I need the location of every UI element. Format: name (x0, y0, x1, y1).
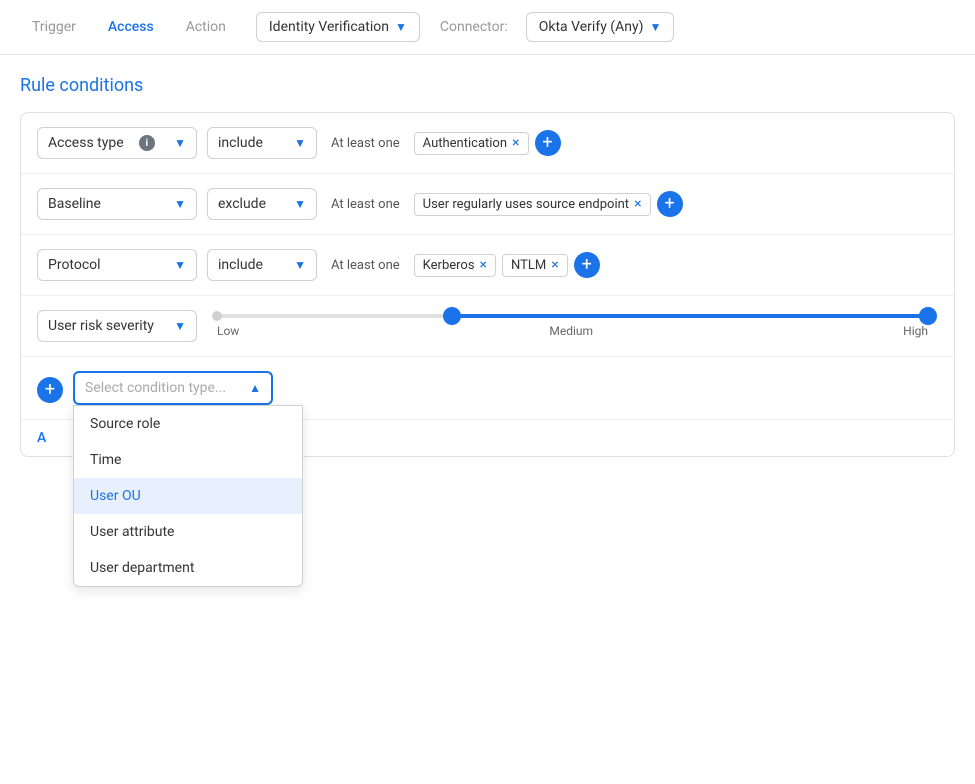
select-condition-input[interactable]: Select condition type... ▲ (73, 371, 273, 405)
option-time[interactable]: Time (74, 442, 302, 478)
action-label[interactable]: A (37, 430, 46, 446)
quantifier-3: At least one (331, 258, 400, 273)
operator-dropdown-3[interactable]: include ▼ (207, 249, 317, 281)
action-tab[interactable]: Action (174, 13, 238, 41)
tag-close-authentication[interactable]: × (512, 136, 519, 150)
tag-label-kerberos: Kerberos (423, 258, 475, 273)
quantifier-2: At least one (331, 197, 400, 212)
tags-2: User regularly uses source endpoint × + (414, 191, 683, 217)
slider-fill (452, 314, 928, 318)
add-condition-icon[interactable]: + (37, 377, 63, 403)
field-dropdown-3[interactable]: Protocol ▼ (37, 249, 197, 281)
tag-kerberos: Kerberos × (414, 254, 496, 277)
tags-1: Authentication × + (414, 130, 561, 156)
slider-label-medium: Medium (549, 324, 593, 338)
field-label-3: Protocol (48, 257, 101, 273)
operator-dropdown-2[interactable]: exclude ▼ (207, 188, 317, 220)
field-dropdown-2[interactable]: Baseline ▼ (37, 188, 197, 220)
condition-row-1: Access type i ▼ include ▼ At least one A… (21, 113, 954, 174)
operator-chevron-3: ▼ (294, 258, 306, 272)
info-icon-1[interactable]: i (139, 135, 155, 151)
field-chevron-slider: ▼ (174, 319, 186, 333)
condition-row-3: Protocol ▼ include ▼ At least one Kerber… (21, 235, 954, 296)
identity-verification-chevron: ▼ (395, 20, 407, 34)
connector-value: Okta Verify (Any) (539, 19, 644, 35)
field-label-2: Baseline (48, 196, 101, 212)
field-chevron-1: ▼ (174, 136, 186, 150)
tag-close-baseline[interactable]: × (634, 197, 641, 211)
tag-close-ntlm[interactable]: × (551, 258, 558, 272)
connector-dropdown[interactable]: Okta Verify (Any) ▼ (526, 12, 675, 42)
connector-label: Connector: (440, 19, 508, 35)
field-dropdown-slider[interactable]: User risk severity ▼ (37, 310, 197, 342)
select-condition-chevron: ▲ (249, 381, 261, 395)
select-condition-dropdown: Select condition type... ▲ Source role T… (73, 371, 273, 405)
operator-dropdown-1[interactable]: include ▼ (207, 127, 317, 159)
operator-label-3: include (218, 257, 263, 273)
identity-verification-dropdown[interactable]: Identity Verification ▼ (256, 12, 420, 42)
field-chevron-2: ▼ (174, 197, 186, 211)
field-dropdown-1[interactable]: Access type i ▼ (37, 127, 197, 159)
tag-authentication: Authentication × (414, 132, 529, 155)
add-tag-1[interactable]: + (535, 130, 561, 156)
risk-slider-container: Low Medium High (207, 314, 938, 338)
tags-3: Kerberos × NTLM × + (414, 252, 600, 278)
condition-row-slider: User risk severity ▼ Low Medium High (21, 296, 954, 357)
slider-label-low: Low (217, 324, 239, 338)
identity-verification-label: Identity Verification (269, 19, 389, 35)
option-user-ou[interactable]: User OU (74, 478, 302, 514)
outer-add-row: + Select condition type... ▲ Source role… (37, 371, 273, 405)
operator-chevron-2: ▼ (294, 197, 306, 211)
slider-thumb-high[interactable] (919, 307, 937, 325)
option-user-department[interactable]: User department (74, 550, 302, 586)
option-user-attribute[interactable]: User attribute (74, 514, 302, 550)
slider-thumb-medium[interactable] (443, 307, 461, 325)
field-chevron-3: ▼ (174, 258, 186, 272)
slider-labels: Low Medium High (217, 324, 928, 338)
trigger-tab[interactable]: Trigger (20, 13, 88, 41)
access-tab[interactable]: Access (96, 13, 166, 41)
main-content: Rule conditions Access type i ▼ include … (0, 55, 975, 477)
slider-label-high: High (903, 324, 928, 338)
add-tag-2[interactable]: + (657, 191, 683, 217)
quantifier-1: At least one (331, 136, 400, 151)
tag-label-ntlm: NTLM (511, 258, 546, 273)
slider-track[interactable] (217, 314, 928, 318)
operator-chevron-1: ▼ (294, 136, 306, 150)
tag-ntlm: NTLM × (502, 254, 568, 277)
tag-baseline: User regularly uses source endpoint × (414, 193, 651, 216)
tag-label-authentication: Authentication (423, 136, 507, 151)
section-title: Rule conditions (20, 75, 955, 96)
operator-label-2: exclude (218, 196, 266, 212)
condition-row-2: Baseline ▼ exclude ▼ At least one User r… (21, 174, 954, 235)
add-tag-3[interactable]: + (574, 252, 600, 278)
tag-label-baseline: User regularly uses source endpoint (423, 197, 629, 212)
condition-type-dropdown-menu: Source role Time User OU User attribute … (73, 405, 303, 587)
select-condition-row: + Select condition type... ▲ Source role… (21, 357, 954, 419)
top-nav: Trigger Access Action Identity Verificat… (0, 0, 975, 55)
option-source-role[interactable]: Source role (74, 406, 302, 442)
field-label-1: Access type (48, 135, 124, 151)
tag-close-kerberos[interactable]: × (480, 258, 487, 272)
select-condition-placeholder: Select condition type... (85, 380, 226, 396)
field-label-slider: User risk severity (48, 318, 154, 334)
rule-conditions-container: Access type i ▼ include ▼ At least one A… (20, 112, 955, 457)
operator-label-1: include (218, 135, 263, 151)
connector-chevron: ▼ (649, 20, 661, 34)
slider-dot-low (212, 311, 222, 321)
